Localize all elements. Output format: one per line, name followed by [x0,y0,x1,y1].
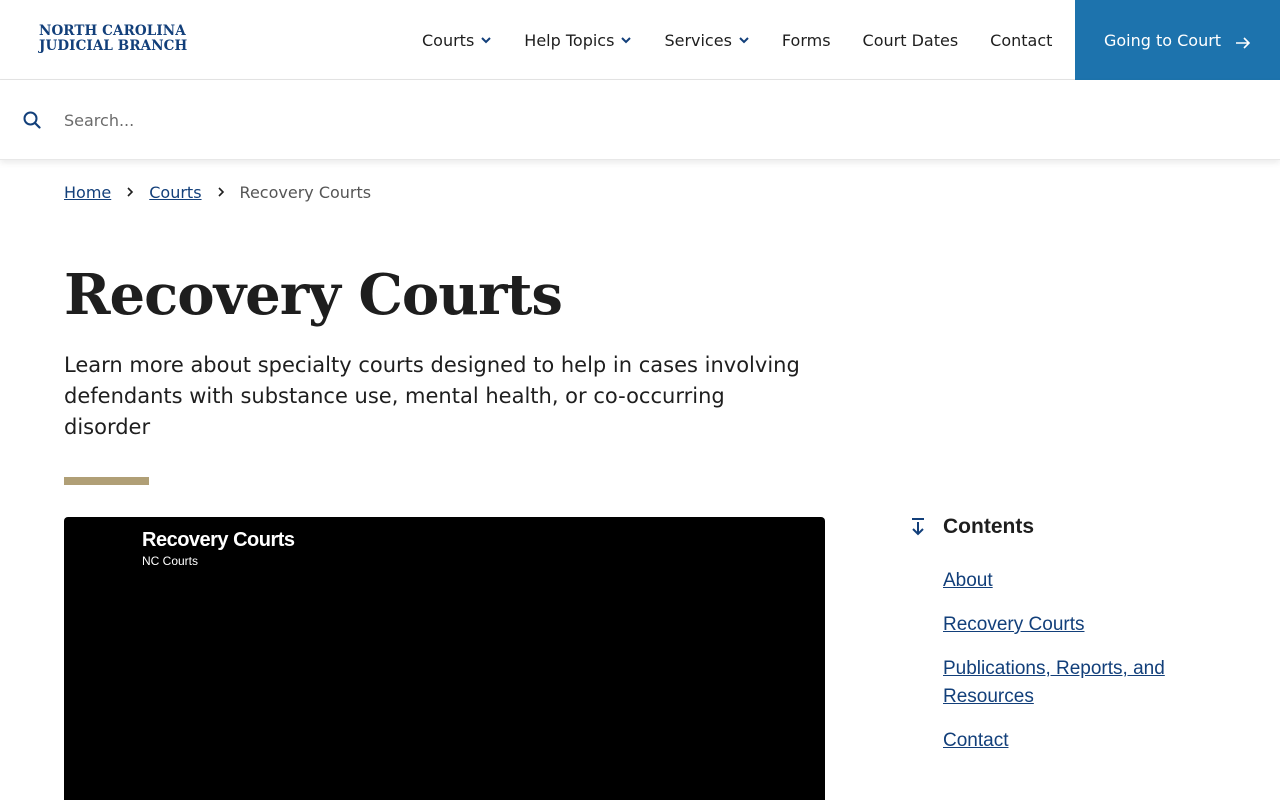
nav-item-label: Forms [781,30,831,50]
toc-link-recovery-courts[interactable]: Recovery Courts [943,614,1085,635]
toc-link-contact[interactable]: Contact [943,730,1008,751]
nav-item-label: Help Topics [524,30,615,50]
toc-item: Recovery Courts [943,611,1239,639]
chevron-right-icon [126,185,134,201]
page-title: Recovery Courts [64,262,563,328]
chevron-down-icon [738,34,750,46]
nav-item-courts[interactable]: Courts [406,0,508,80]
table-of-contents: Contents About Recovery Courts Publicati… [909,515,1239,771]
going-to-court-button[interactable]: Going to Court [1075,0,1280,80]
toc-link-publications[interactable]: Publications, Reports, and Resources [943,658,1165,707]
site-header: NORTH CAROLINA JUDICIAL BRANCH Courts He… [0,0,1280,80]
breadcrumb-current: Recovery Courts [239,183,372,202]
toc-item: About [943,567,1239,595]
chevron-down-icon [620,34,632,46]
chevron-down-icon [480,34,492,46]
breadcrumb-home[interactable]: Home [64,183,111,202]
toc-item: Publications, Reports, and Resources [943,655,1239,711]
arrow-down-to-line-icon [909,517,927,537]
page-lede: Learn more about specialty courts design… [64,353,800,439]
nav-item-label: Contact [990,30,1053,50]
arrow-right-icon [1235,34,1251,49]
main-nav: Courts Help Topics Services Forms Court … [406,0,1068,80]
site-logo[interactable]: NORTH CAROLINA JUDICIAL BRANCH [39,24,187,54]
video-channel[interactable]: NC Courts [142,554,198,568]
breadcrumb: Home Courts Recovery Courts [64,183,371,202]
nav-item-contact[interactable]: Contact [974,0,1068,80]
cta-label: Going to Court [1103,30,1222,50]
nav-item-court-dates[interactable]: Court Dates [847,0,975,80]
toc-header: Contents [909,515,1239,539]
toc-title: Contents [943,515,1034,538]
search-bar [0,80,1280,160]
nav-item-label: Courts [422,30,475,50]
toc-item: Contact [943,727,1239,755]
nav-item-forms[interactable]: Forms [766,0,847,80]
breadcrumb-courts[interactable]: Courts [149,183,201,202]
nav-item-label: Court Dates [862,30,959,50]
accent-divider [64,477,149,485]
toc-link-about[interactable]: About [943,570,993,591]
video-player[interactable]: Recovery Courts NC Courts [64,517,825,800]
logo-line-2: JUDICIAL BRANCH [39,38,188,54]
nav-item-services[interactable]: Services [648,0,765,80]
chevron-right-icon [217,185,225,201]
logo-line-1: NORTH CAROLINA [39,23,186,39]
search-icon[interactable] [23,111,41,129]
search-input[interactable] [64,104,1244,136]
nav-item-help-topics[interactable]: Help Topics [508,0,648,80]
toc-list: About Recovery Courts Publications, Repo… [943,567,1239,755]
video-title[interactable]: Recovery Courts [142,529,295,552]
nav-item-label: Services [664,30,732,50]
